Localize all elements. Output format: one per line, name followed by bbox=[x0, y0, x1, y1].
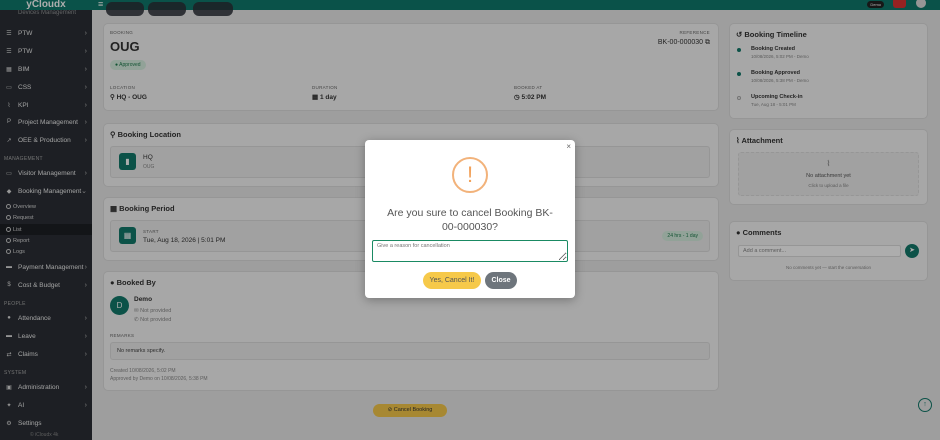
close-icon[interactable]: × bbox=[566, 142, 571, 151]
cancel-reason-input[interactable] bbox=[372, 240, 568, 262]
warning-icon: ! bbox=[452, 157, 488, 193]
close-button[interactable]: Close bbox=[485, 272, 517, 289]
dialog-title: Are you sure to cancel Booking BK-00-000… bbox=[387, 207, 553, 233]
cancel-confirm-dialog: × ! Are you sure to cancel Booking BK-00… bbox=[365, 140, 575, 298]
confirm-cancel-button[interactable]: Yes, Cancel It! bbox=[423, 272, 481, 289]
